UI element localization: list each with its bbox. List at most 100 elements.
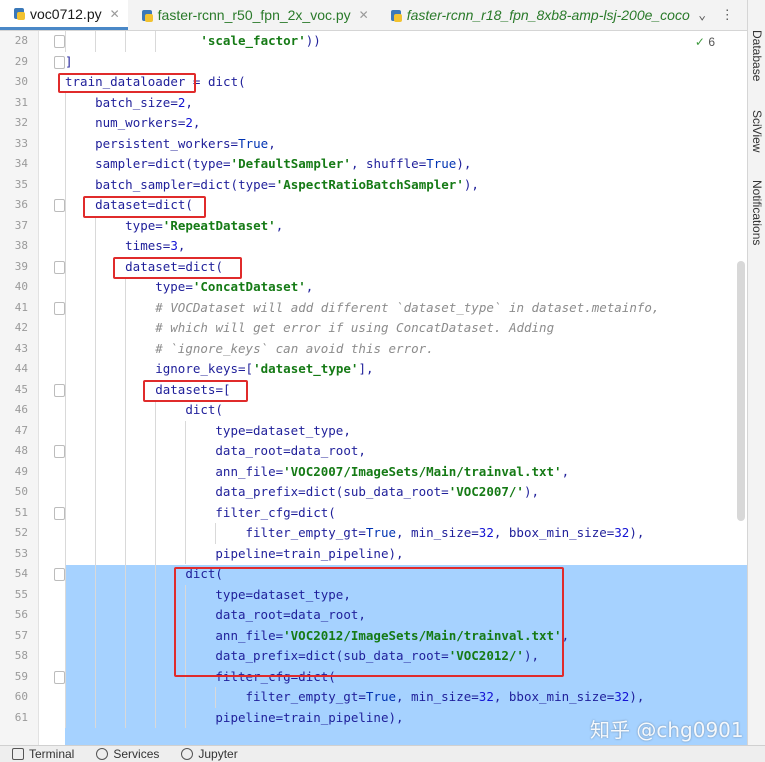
- database-tool-button[interactable]: Database: [750, 30, 764, 81]
- code-token: pipeline=train_pipeline),: [215, 545, 404, 561]
- indent-guide: [125, 420, 127, 441]
- code-line[interactable]: 29]: [0, 52, 747, 72]
- close-icon[interactable]: ✕: [110, 7, 120, 21]
- indent-guide: [65, 236, 66, 257]
- indent-guide: [95, 297, 97, 318]
- code-token: data_root=data_root,: [215, 443, 366, 458]
- indent-guide: [95, 625, 97, 646]
- indent-guide: [65, 338, 66, 359]
- indent-guide: [95, 523, 97, 544]
- fold-marker-icon[interactable]: [54, 568, 65, 581]
- code-line[interactable]: 47 type=dataset_type,: [0, 420, 747, 441]
- line-number: 38: [14, 239, 28, 252]
- fold-marker-icon[interactable]: [54, 670, 65, 684]
- code-line[interactable]: 43 # `ignore_keys` can avoid this error.: [0, 338, 747, 359]
- code-text: times=3,: [125, 237, 185, 255]
- code-token: , min_size=: [396, 525, 479, 540]
- indent-guide: [65, 359, 66, 380]
- indent-guide: [95, 543, 97, 564]
- highlight-dataset-outer: [83, 196, 206, 218]
- tab-label: faster-rcnn_r18_fpn_8xb8-amp-lsj-200e_co…: [406, 7, 690, 23]
- code-token: 'DefaultSampler': [230, 156, 351, 171]
- code-line[interactable]: 28 'scale_factor')): [0, 31, 747, 52]
- fold-marker-icon[interactable]: [54, 301, 65, 315]
- chevron-down-icon[interactable]: ⌄: [698, 8, 706, 23]
- code-text: filter_empty_gt=True, min_size=32, bbox_…: [245, 688, 644, 706]
- indent-guide: [125, 707, 127, 728]
- fold-marker-icon[interactable]: [54, 35, 65, 48]
- indent-guide: [95, 605, 97, 626]
- fold-marker-icon[interactable]: [54, 506, 65, 520]
- code-token: ,: [561, 463, 570, 479]
- code-text: data_prefix=dict(sub_data_root='VOC2007/…: [215, 483, 539, 501]
- code-line[interactable]: 31 batch_size=2,: [0, 92, 747, 113]
- indent-guide: [125, 482, 127, 503]
- indent-guide: [155, 31, 157, 52]
- code-line[interactable]: 50 data_prefix=dict(sub_data_root='VOC200…: [0, 482, 747, 503]
- code-line[interactable]: 35 batch_sampler=dict(type='AspectRatioBa…: [0, 174, 747, 195]
- code-line[interactable]: 48 data_root=data_root,: [0, 441, 747, 462]
- code-line[interactable]: 34 sampler=dict(type='DefaultSampler', sh…: [0, 154, 747, 175]
- code-line[interactable]: 49 ann_file='VOC2007/ImageSets/Main/train…: [0, 461, 747, 482]
- code-line[interactable]: 40 type='ConcatDataset',: [0, 277, 747, 298]
- notifications-tool-button[interactable]: Notifications: [750, 180, 764, 245]
- code-token: # `ignore_keys` can avoid this error.: [155, 340, 434, 356]
- code-line[interactable]: 51 filter_cfg=dict(: [0, 502, 747, 523]
- indent-guide: [125, 31, 127, 52]
- jupyter-tool-button[interactable]: Jupyter: [181, 747, 238, 761]
- indent-guide: [125, 297, 127, 318]
- jupyter-label: Jupyter: [198, 747, 238, 761]
- check-icon: ✓: [694, 35, 705, 49]
- code-line[interactable]: 37 type='RepeatDataset',: [0, 215, 747, 236]
- code-token: ,: [192, 115, 201, 130]
- fold-marker-icon[interactable]: [54, 383, 65, 397]
- indent-guide: [125, 338, 127, 359]
- indent-guide: [95, 564, 97, 585]
- line-number: 36: [14, 198, 28, 211]
- code-line[interactable]: 60 filter_empty_gt=True, min_size=32, bbo…: [0, 687, 747, 708]
- indent-guide: [185, 687, 187, 708]
- code-token: , shuffle=: [350, 156, 427, 171]
- fold-marker-icon[interactable]: [54, 260, 65, 274]
- code-line[interactable]: 41 # VOCDataset will add different `datas…: [0, 297, 747, 318]
- tab-voc0712[interactable]: voc0712.py ✕: [0, 0, 128, 30]
- fold-marker-icon[interactable]: [54, 199, 65, 212]
- code-line[interactable]: 53 pipeline=train_pipeline),: [0, 543, 747, 564]
- code-line[interactable]: 52 filter_empty_gt=True, min_size=32, bbo…: [0, 523, 747, 544]
- code-line[interactable]: 45 datasets=[: [0, 379, 747, 400]
- inspection-widget[interactable]: ✓ 6: [695, 35, 715, 49]
- sciview-tool-button[interactable]: SciView: [750, 110, 764, 152]
- code-text: # VOCDataset will add different `dataset…: [155, 299, 659, 317]
- indent-guide: [65, 646, 66, 667]
- fold-marker-icon[interactable]: [54, 55, 65, 69]
- code-line[interactable]: 32 num_workers=2,: [0, 113, 747, 134]
- indent-guide: [95, 687, 97, 708]
- indent-guide: [125, 318, 127, 339]
- tab-faster-rcnn-r18[interactable]: faster-rcnn_r18_fpn_8xb8-amp-lsj-200e_co…: [377, 0, 698, 30]
- terminal-tool-button[interactable]: Terminal: [12, 747, 74, 761]
- code-token: 'RepeatDataset': [162, 217, 276, 233]
- code-text: ignore_keys=['dataset_type'],: [155, 360, 373, 378]
- services-tool-button[interactable]: Services: [96, 747, 159, 761]
- code-text: persistent_workers=True,: [95, 135, 276, 153]
- code-token: ,: [185, 94, 193, 110]
- fold-marker-icon[interactable]: [54, 445, 65, 458]
- tab-faster-rcnn-r50[interactable]: faster-rcnn_r50_fpn_2x_voc.py ✕: [128, 0, 377, 30]
- code-editor[interactable]: 28'scale_factor')) 29] 30 train_dataloader …: [0, 31, 747, 745]
- line-number: 48: [14, 444, 28, 457]
- indent-guide: [185, 482, 187, 503]
- code-line[interactable]: 38 times=3,: [0, 236, 747, 257]
- code-token: ignore_keys=[: [155, 361, 254, 376]
- indent-guide: [125, 277, 127, 298]
- close-icon[interactable]: ✕: [359, 8, 369, 22]
- indent-guide: [185, 461, 187, 482]
- code-line[interactable]: 33 persistent_workers=True,: [0, 133, 747, 154]
- code-line[interactable]: 46 dict(: [0, 400, 747, 421]
- more-options-icon[interactable]: ⋮: [721, 8, 734, 23]
- python-file-icon: [14, 7, 25, 20]
- code-line[interactable]: 42 # which will get error if using Concat…: [0, 318, 747, 339]
- code-line[interactable]: 44 ignore_keys=['dataset_type'],: [0, 359, 747, 380]
- indent-guide: [125, 379, 127, 400]
- line-number: 45: [14, 382, 28, 396]
- indent-guide: [95, 379, 97, 400]
